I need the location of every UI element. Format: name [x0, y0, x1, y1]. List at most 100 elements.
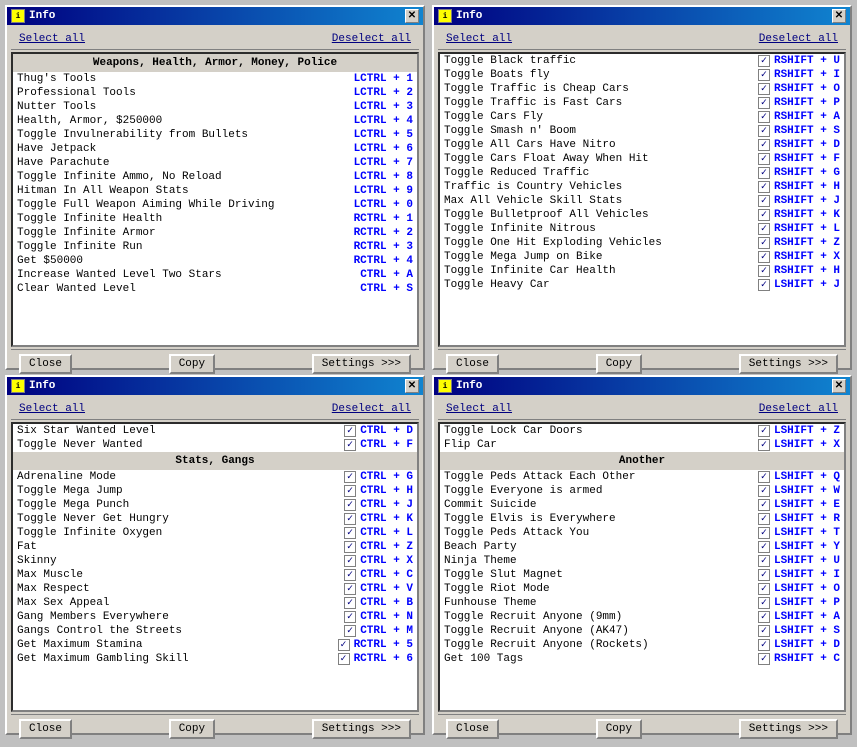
checkbox[interactable] — [758, 471, 770, 483]
list-item[interactable]: Beach Party LSHIFT + Y — [440, 540, 844, 554]
list-item[interactable]: Toggle Recruit Anyone (AK47) LSHIFT + S — [440, 624, 844, 638]
checkbox[interactable] — [758, 195, 770, 207]
list-item[interactable]: Fat CTRL + Z — [13, 540, 417, 554]
list-item[interactable]: Toggle Infinite Run RCTRL + 3 — [13, 240, 417, 254]
copy-btn-1[interactable]: Copy — [169, 354, 215, 374]
list-item[interactable]: Toggle Infinite Armor RCTRL + 2 — [13, 226, 417, 240]
checkbox[interactable] — [758, 97, 770, 109]
list-item[interactable]: Toggle Infinite Ammo, No Reload LCTRL + … — [13, 170, 417, 184]
checkbox[interactable] — [344, 625, 356, 637]
checkbox[interactable] — [758, 527, 770, 539]
list-item[interactable]: Toggle Mega Jump CTRL + H — [13, 484, 417, 498]
checkbox[interactable] — [758, 499, 770, 511]
list-item[interactable]: Toggle Everyone is armed LSHIFT + W — [440, 484, 844, 498]
list-item[interactable]: Toggle Heavy Car LSHIFT + J — [440, 278, 844, 292]
list-1[interactable]: Weapons, Health, Armor, Money, Police Th… — [11, 52, 419, 347]
checkbox[interactable] — [758, 583, 770, 595]
checkbox[interactable] — [344, 611, 356, 623]
checkbox[interactable] — [758, 425, 770, 437]
checkbox[interactable] — [758, 209, 770, 221]
list-item[interactable]: Max Respect CTRL + V — [13, 582, 417, 596]
copy-btn-2[interactable]: Copy — [596, 354, 642, 374]
list-item[interactable]: Get 100 Tags RSHIFT + C — [440, 652, 844, 666]
close-button-1[interactable]: ✕ — [405, 9, 419, 23]
list-item[interactable]: Toggle All Cars Have Nitro RSHIFT + D — [440, 138, 844, 152]
list-item[interactable]: Toggle Lock Car Doors LSHIFT + Z — [440, 424, 844, 438]
list-item[interactable]: Toggle Recruit Anyone (9mm) LSHIFT + A — [440, 610, 844, 624]
list-item[interactable]: Toggle Bulletproof All Vehicles RSHIFT +… — [440, 208, 844, 222]
list-item[interactable]: Toggle Infinite Car Health RSHIFT + H — [440, 264, 844, 278]
checkbox[interactable] — [758, 237, 770, 249]
deselect-all-3[interactable]: Deselect all — [332, 403, 411, 415]
list-item[interactable]: Six Star Wanted Level CTRL + D — [13, 424, 417, 438]
list-item[interactable]: Nutter Tools LCTRL + 3 — [13, 100, 417, 114]
checkbox[interactable] — [758, 625, 770, 637]
list-item[interactable]: Max All Vehicle Skill Stats RSHIFT + J — [440, 194, 844, 208]
list-item[interactable]: Flip Car LSHIFT + X — [440, 438, 844, 452]
list-item[interactable]: Traffic is Country Vehicles RSHIFT + H — [440, 180, 844, 194]
list-item[interactable]: Toggle Peds Attack Each Other LSHIFT + Q — [440, 470, 844, 484]
list-item[interactable]: Toggle Full Weapon Aiming While Driving … — [13, 198, 417, 212]
checkbox[interactable] — [344, 583, 356, 595]
list-item[interactable]: Toggle Boats fly RSHIFT + I — [440, 68, 844, 82]
list-item[interactable]: Toggle Slut Magnet LSHIFT + I — [440, 568, 844, 582]
checkbox[interactable] — [758, 55, 770, 67]
list-item[interactable]: Toggle Peds Attack You LSHIFT + T — [440, 526, 844, 540]
list-4[interactable]: Toggle Lock Car Doors LSHIFT + Z Flip Ca… — [438, 422, 846, 712]
checkbox[interactable] — [344, 541, 356, 553]
deselect-all-1[interactable]: Deselect all — [332, 33, 411, 45]
list-item[interactable]: Ninja Theme LSHIFT + U — [440, 554, 844, 568]
select-all-3[interactable]: Select all — [19, 403, 85, 415]
checkbox[interactable] — [758, 223, 770, 235]
checkbox[interactable] — [758, 279, 770, 291]
list-item[interactable]: Toggle Mega Punch CTRL + J — [13, 498, 417, 512]
list-item[interactable]: Professional Tools LCTRL + 2 — [13, 86, 417, 100]
checkbox[interactable] — [344, 439, 356, 451]
list-item[interactable]: Get Maximum Stamina RCTRL + 5 — [13, 638, 417, 652]
checkbox[interactable] — [344, 425, 356, 437]
list-item[interactable]: Toggle Never Get Hungry CTRL + K — [13, 512, 417, 526]
checkbox[interactable] — [758, 611, 770, 623]
deselect-all-4[interactable]: Deselect all — [759, 403, 838, 415]
select-all-4[interactable]: Select all — [446, 403, 512, 415]
checkbox[interactable] — [344, 555, 356, 567]
checkbox[interactable] — [758, 569, 770, 581]
list-item[interactable]: Max Muscle CTRL + C — [13, 568, 417, 582]
list-item[interactable]: Toggle Infinite Health RCTRL + 1 — [13, 212, 417, 226]
list-item[interactable]: Have Jetpack LCTRL + 6 — [13, 142, 417, 156]
checkbox[interactable] — [344, 471, 356, 483]
checkbox[interactable] — [758, 639, 770, 651]
list-item[interactable]: Toggle Smash n' Boom RSHIFT + S — [440, 124, 844, 138]
checkbox[interactable] — [758, 69, 770, 81]
checkbox[interactable] — [758, 541, 770, 553]
list-item[interactable]: Toggle Infinite Nitrous RSHIFT + L — [440, 222, 844, 236]
list-item[interactable]: Toggle Cars Float Away When Hit RSHIFT +… — [440, 152, 844, 166]
list-item[interactable]: Increase Wanted Level Two Stars CTRL + A — [13, 268, 417, 282]
checkbox[interactable] — [344, 485, 356, 497]
close-button-3[interactable]: ✕ — [405, 379, 419, 393]
checkbox[interactable] — [758, 439, 770, 451]
list-item[interactable]: Max Sex Appeal CTRL + B — [13, 596, 417, 610]
list-item[interactable]: Skinny CTRL + X — [13, 554, 417, 568]
list-item[interactable]: Get $50000 RCTRL + 4 — [13, 254, 417, 268]
checkbox[interactable] — [758, 111, 770, 123]
list-item[interactable]: Funhouse Theme LSHIFT + P — [440, 596, 844, 610]
list-item[interactable]: Gangs Control the Streets CTRL + M — [13, 624, 417, 638]
checkbox[interactable] — [758, 181, 770, 193]
checkbox[interactable] — [758, 139, 770, 151]
checkbox[interactable] — [758, 83, 770, 95]
checkbox[interactable] — [758, 167, 770, 179]
list-item[interactable]: Toggle One Hit Exploding Vehicles RSHIFT… — [440, 236, 844, 250]
close-button-4[interactable]: ✕ — [832, 379, 846, 393]
list-item[interactable]: Toggle Recruit Anyone (Rockets) LSHIFT +… — [440, 638, 844, 652]
list-item[interactable]: Hitman In All Weapon Stats LCTRL + 9 — [13, 184, 417, 198]
list-item[interactable]: Commit Suicide LSHIFT + E — [440, 498, 844, 512]
copy-btn-4[interactable]: Copy — [596, 719, 642, 739]
close-btn-1[interactable]: Close — [19, 354, 72, 374]
list-item[interactable]: Thug's Tools LCTRL + 1 — [13, 72, 417, 86]
list-item[interactable]: Toggle Elvis is Everywhere LSHIFT + R — [440, 512, 844, 526]
list-item[interactable]: Toggle Invulnerability from Bullets LCTR… — [13, 128, 417, 142]
settings-btn-4[interactable]: Settings >>> — [739, 719, 838, 739]
close-btn-3[interactable]: Close — [19, 719, 72, 739]
list-2[interactable]: Toggle Black traffic RSHIFT + U Toggle B… — [438, 52, 846, 347]
